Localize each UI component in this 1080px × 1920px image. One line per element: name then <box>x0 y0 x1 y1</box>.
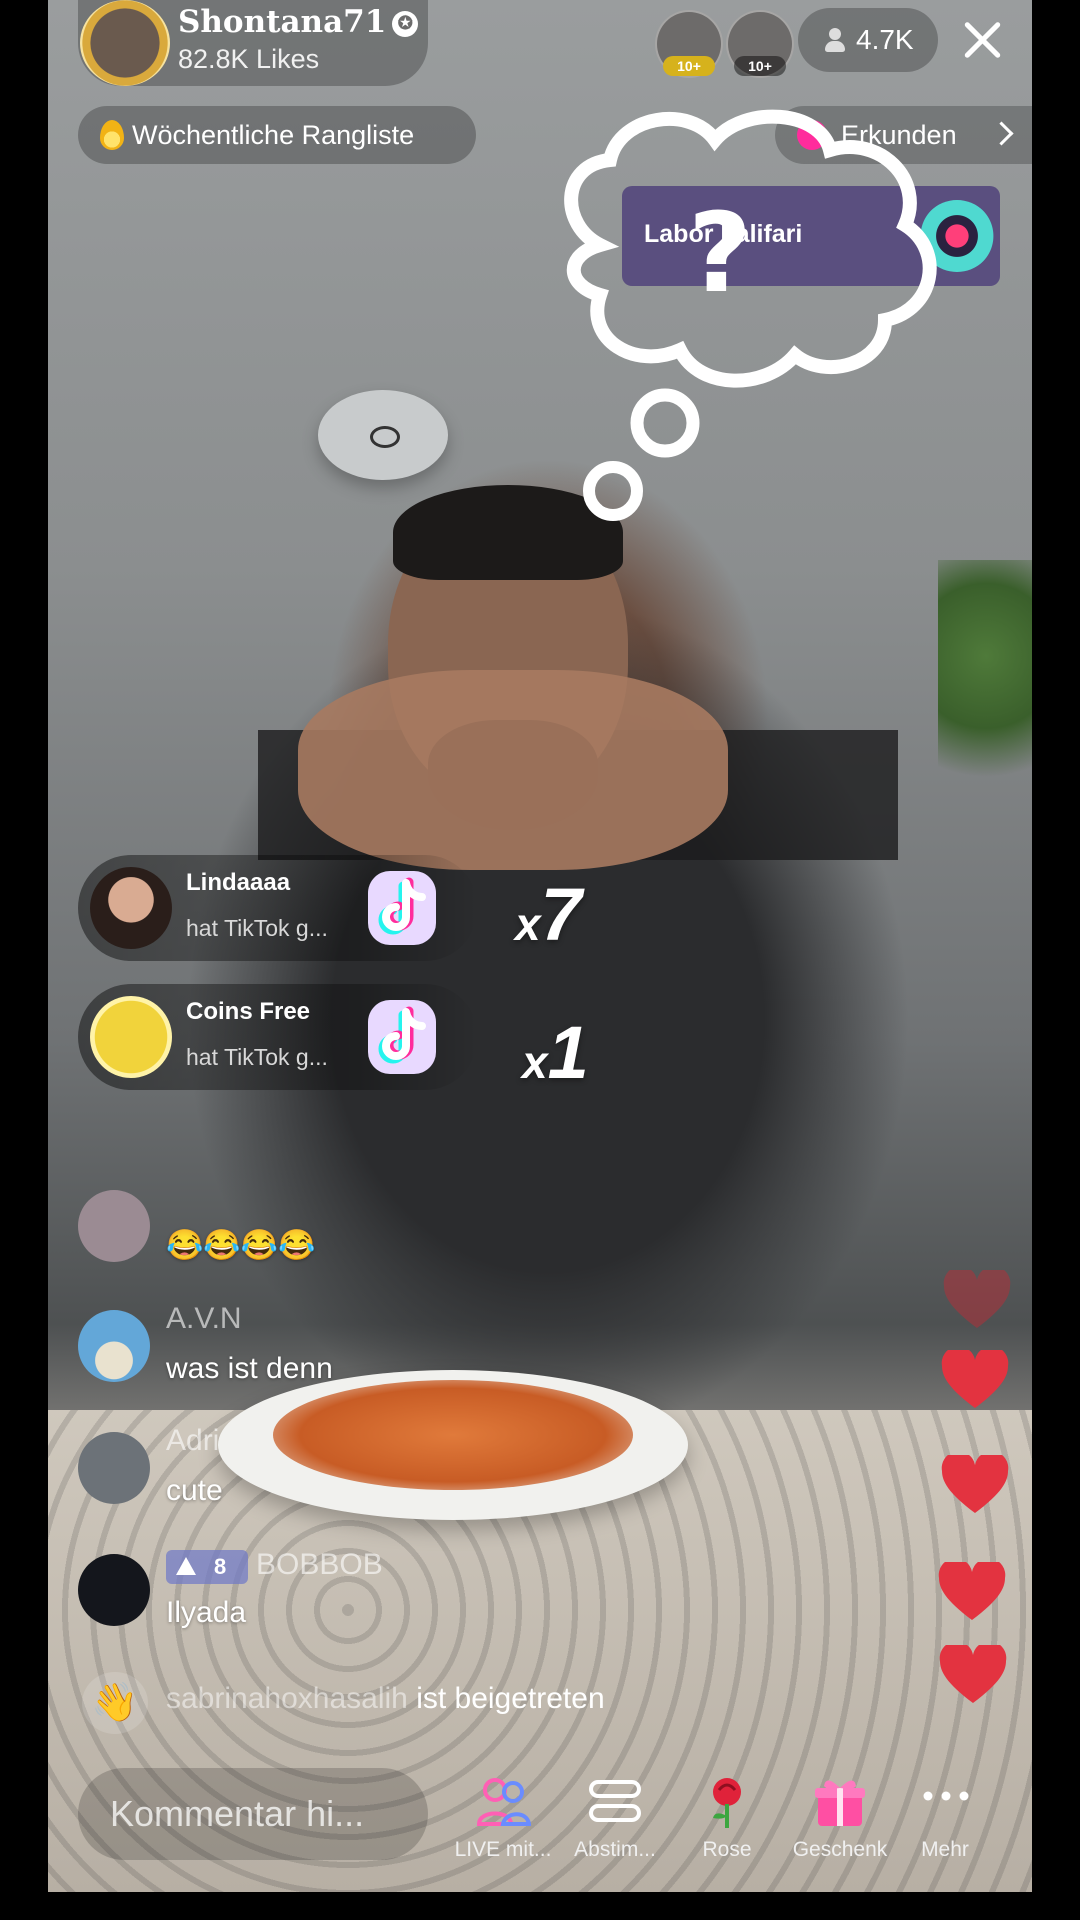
gift-combo-count: x1 <box>522 1011 589 1094</box>
svg-text:?: ? <box>688 189 752 317</box>
comment-username[interactable]: Adri <box>166 1424 219 1458</box>
wave-icon[interactable]: 👋 <box>82 1672 148 1734</box>
weekly-ranking-button[interactable]: Wöchentliche Rangliste <box>78 106 476 164</box>
person-icon <box>824 28 846 54</box>
joined-text: ist beigetreten <box>416 1682 605 1715</box>
gift-sender-name: Coins Free <box>186 998 311 1025</box>
viewer-count: 4.7K <box>856 24 914 55</box>
gift-notification: Lindaaaa hat TikTok g... <box>78 855 478 961</box>
floating-heart-icon <box>938 1562 1006 1620</box>
top-viewer-avatar-1[interactable]: 10+ <box>655 10 723 78</box>
user-level-badge: 8 <box>166 1550 248 1584</box>
comment-username[interactable]: A.V.N <box>166 1302 242 1336</box>
close-button[interactable] <box>954 12 1010 68</box>
host-avatar[interactable] <box>80 0 170 86</box>
gift-button[interactable]: Geschenk <box>785 1768 895 1878</box>
verified-icon: ✪ <box>392 11 419 37</box>
gift-sender-name: Lindaaaa <box>186 869 291 896</box>
comment-avatar[interactable] <box>78 1310 150 1382</box>
comment-avatar[interactable] <box>78 1190 150 1262</box>
tool-label: Rose <box>702 1838 752 1861</box>
tiktok-gift-icon <box>368 871 436 945</box>
more-button[interactable]: Mehr <box>900 1768 990 1878</box>
gift-description: hat TikTok g... <box>186 915 328 941</box>
comment-text: cute <box>166 1474 223 1507</box>
tool-label: LIVE mit... <box>454 1838 552 1861</box>
host-name-text: Shontana71 <box>178 4 387 40</box>
gift-sender-avatar[interactable] <box>90 996 172 1078</box>
viewer-rank-badge: 10+ <box>734 56 786 76</box>
comment-text: Ilyada <box>166 1596 247 1629</box>
viewer-count-pill[interactable]: 4.7K <box>798 8 938 72</box>
floating-heart-icon <box>939 1645 1007 1703</box>
thought-bubble-effect: ? <box>564 109 937 521</box>
comment-input[interactable] <box>78 1768 428 1860</box>
gift-box-icon <box>815 1780 865 1826</box>
comment-avatar[interactable] <box>78 1554 150 1626</box>
flame-icon <box>100 120 124 150</box>
poll-button[interactable]: Abstim... <box>560 1768 670 1878</box>
floating-heart-icon <box>943 1270 1011 1328</box>
viewer-rank-badge: 10+ <box>663 56 715 76</box>
background-plant <box>938 560 1032 800</box>
gift-sender-avatar[interactable] <box>90 867 172 949</box>
tiktok-gift-icon <box>368 1000 436 1074</box>
host-name[interactable]: Shontana71 ✪ <box>178 4 419 40</box>
comment-text: 😂😂😂😂 <box>166 1229 316 1262</box>
heart-hands <box>298 670 728 870</box>
tool-label: Abstim... <box>574 1838 656 1861</box>
gift-description: hat TikTok g... <box>186 1044 328 1070</box>
comment-avatar[interactable] <box>78 1432 150 1504</box>
rose-icon <box>713 1778 741 1828</box>
floating-heart-icon <box>941 1455 1009 1513</box>
more-dots-icon <box>923 1791 969 1801</box>
top-viewer-avatar-2[interactable]: 10+ <box>726 10 794 78</box>
tool-label: Mehr <box>921 1838 969 1861</box>
rose-gift-button[interactable]: Rose <box>672 1768 782 1878</box>
pasta <box>273 1380 633 1490</box>
host-likes: 82.8K Likes <box>178 44 320 74</box>
join-notification: sabrinahoxhasalih ist beigetreten <box>166 1682 605 1716</box>
gift-notification: Coins Free hat TikTok g... <box>78 984 478 1090</box>
user-level: 8 <box>214 1554 227 1579</box>
poll-icon <box>589 1780 641 1822</box>
joined-username[interactable]: sabrinahoxhasalih <box>166 1682 408 1715</box>
ceiling-lamp <box>318 390 448 480</box>
weekly-ranking-label: Wöchentliche Rangliste <box>132 120 415 150</box>
comment-text: was ist denn <box>166 1352 333 1385</box>
chevron-right-icon <box>989 121 1014 146</box>
floating-heart-icon <box>941 1350 1009 1408</box>
level-icon <box>176 1557 196 1575</box>
live-with-button[interactable]: LIVE mit... <box>448 1768 558 1878</box>
multi-guest-icon <box>476 1778 531 1826</box>
comment-username[interactable]: BOBBOB <box>256 1548 383 1582</box>
gift-combo-count: x7 <box>515 873 582 956</box>
